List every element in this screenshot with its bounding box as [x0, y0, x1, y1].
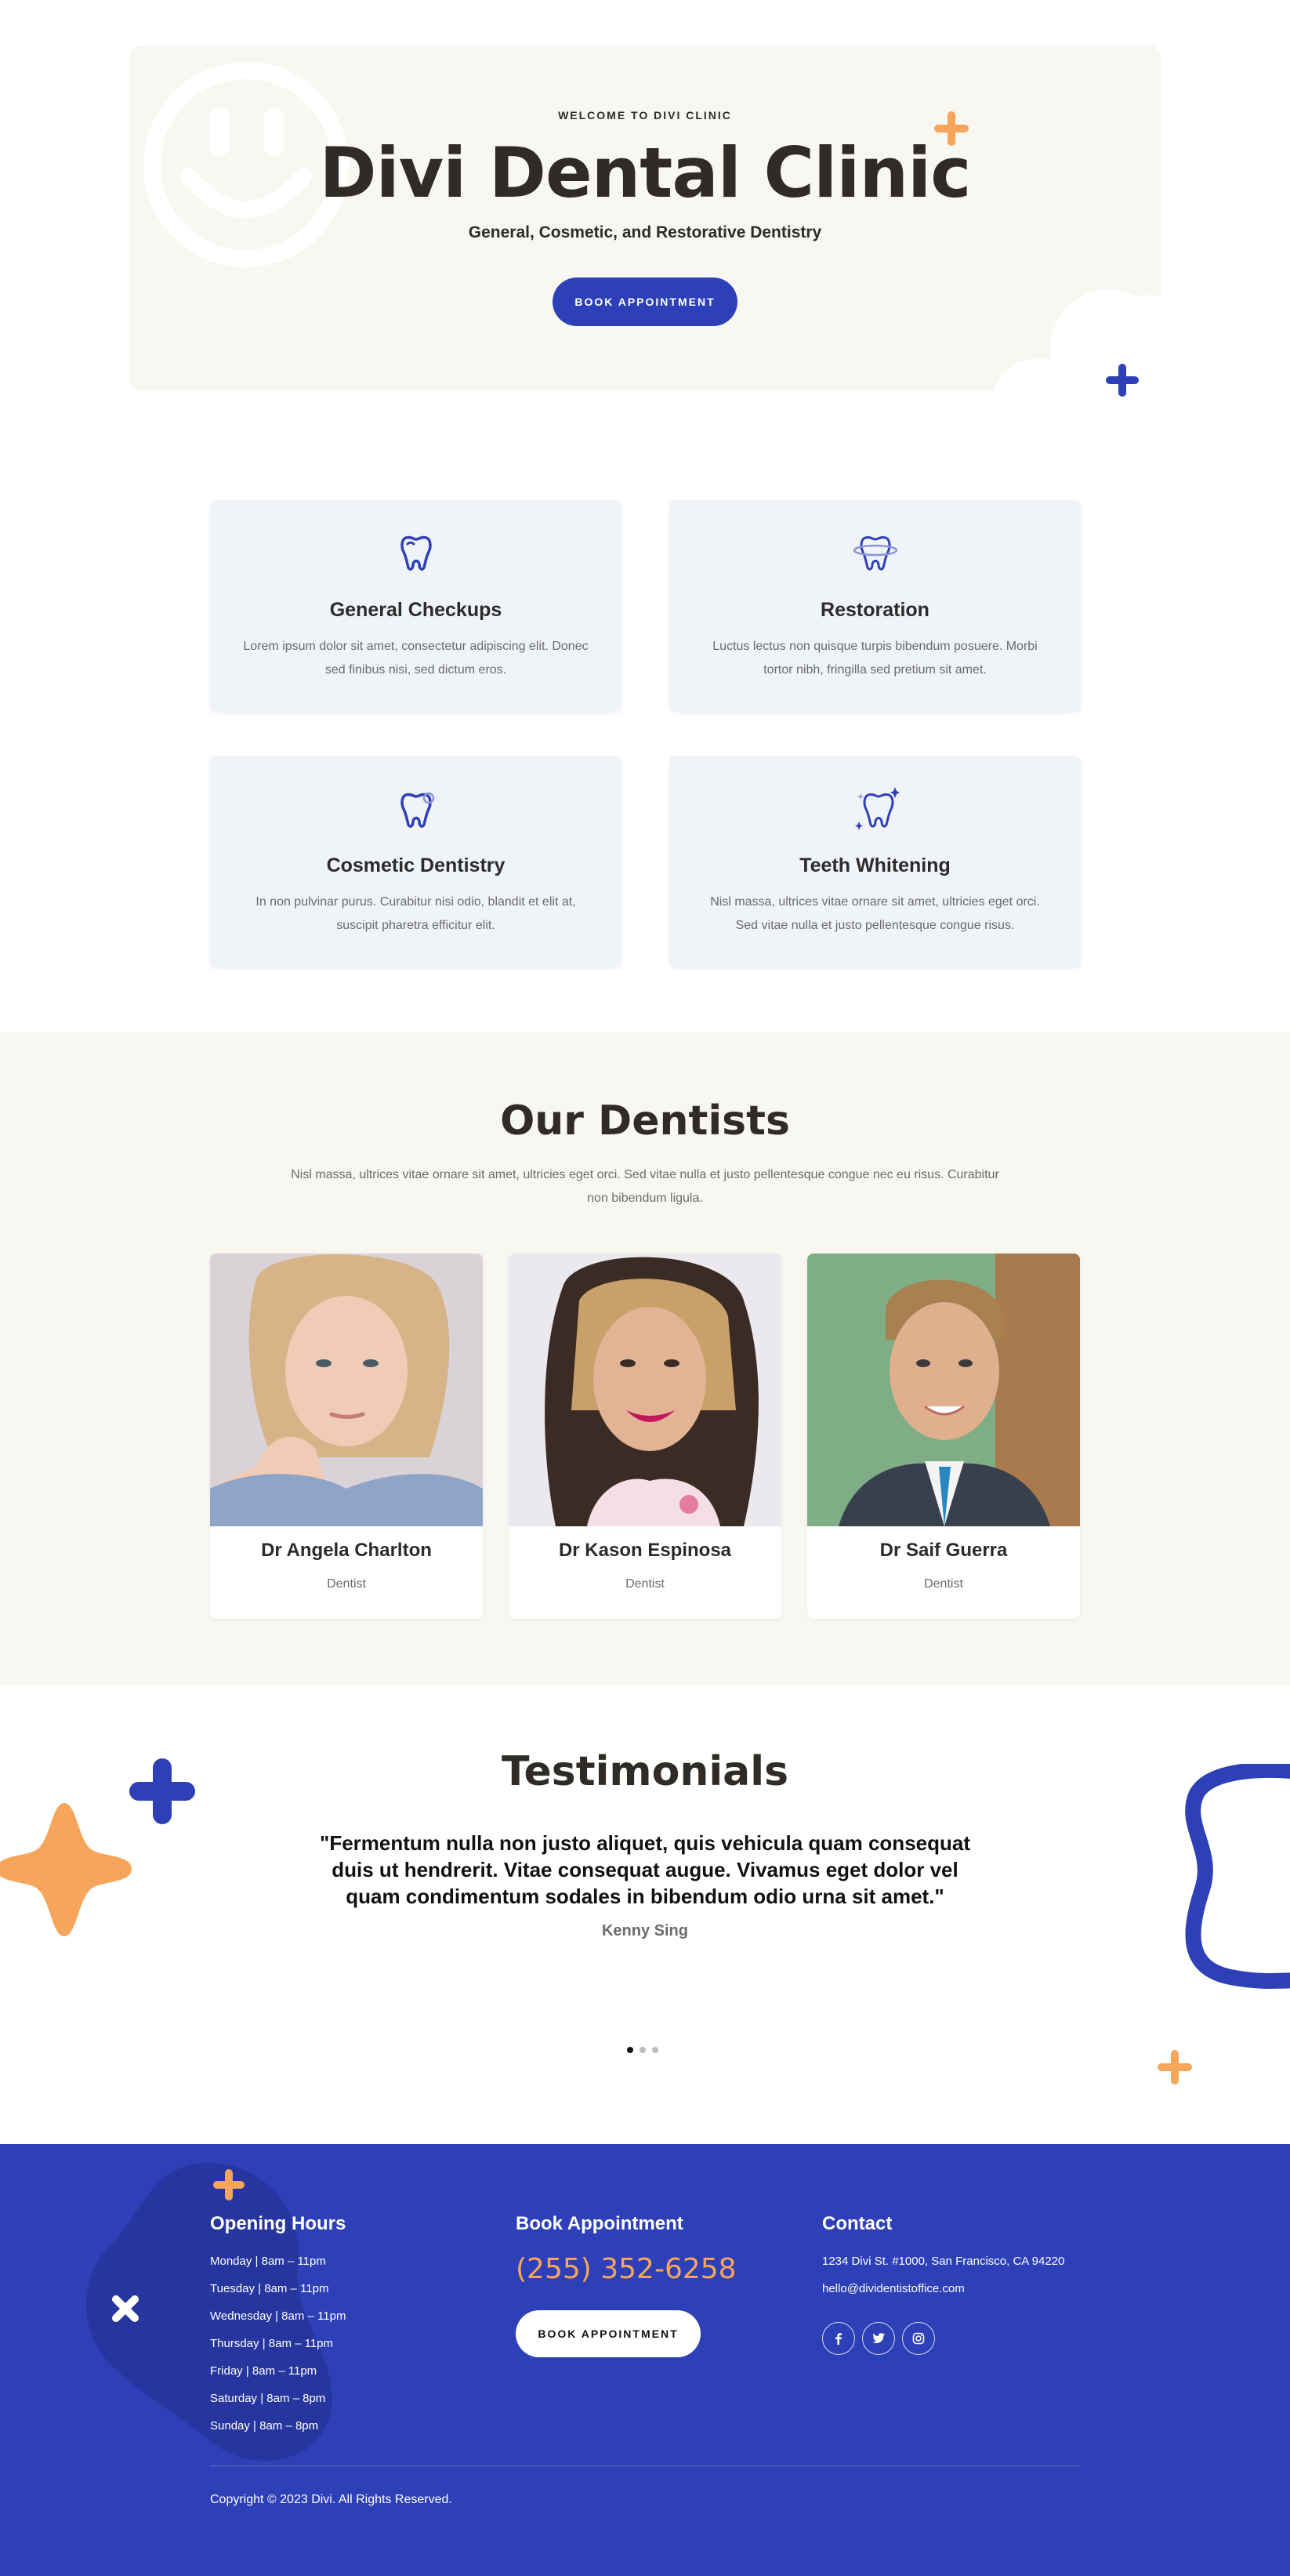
- dentists-title: Our Dentists: [500, 1098, 790, 1145]
- service-card-general-checkups: General Checkups Lorem ipsum dolor sit a…: [210, 500, 621, 712]
- testimonial-author: Kenny Sing: [601, 1922, 688, 1939]
- dentist-photo: [509, 1254, 781, 1526]
- service-title: Teeth Whitening: [799, 854, 951, 876]
- address-text: 1234 Divi St. #1000, San Francisco, CA 9…: [822, 2255, 1065, 2268]
- service-description: Nisl massa, ultrices vitae ornare sit am…: [710, 895, 1040, 932]
- dentist-card[interactable]: Dr Kason Espinosa Dentist: [509, 1254, 781, 1619]
- hours-item: Tuesday | 8am – 11pm: [210, 2282, 329, 2295]
- dentists-description: Nisl massa, ultrices vitae ornare sit am…: [291, 1168, 999, 1205]
- tooth-cosmetic-icon: [400, 792, 435, 828]
- close-decoration-icon: [111, 2295, 140, 2323]
- email-link[interactable]: hello@dividentistoffice.com: [822, 2282, 965, 2295]
- carousel-dot[interactable]: [652, 2047, 658, 2053]
- copyright-text: Copyright © 2023 Divi. All Rights Reserv…: [210, 2493, 452, 2506]
- hours-item: Saturday | 8am – 8pm: [210, 2392, 326, 2405]
- service-title: Restoration: [821, 599, 929, 621]
- service-title: General Checkups: [329, 599, 502, 621]
- plus-decoration-icon: [1158, 2050, 1192, 2084]
- service-description: Lorem ipsum dolor sit amet, consectetur …: [243, 640, 589, 677]
- service-title: Cosmetic Dentistry: [326, 854, 505, 876]
- page-title: Divi Dental Clinic: [319, 132, 972, 213]
- plus-decoration-icon: [213, 2169, 245, 2200]
- tooth-restoration-icon: [853, 535, 898, 571]
- testimonials-title: Testimonials: [501, 1748, 789, 1795]
- service-card-restoration: Restoration Luctus lectus non quisque tu…: [669, 500, 1081, 712]
- contact-title: Contact: [822, 2213, 893, 2234]
- footer: Opening Hours Monday | 8am – 11pm Tuesda…: [0, 2144, 1290, 2576]
- sparkle-decoration-icon: [0, 1803, 132, 1936]
- hours-item: Monday | 8am – 11pm: [210, 2255, 326, 2268]
- service-description: In non pulvinar purus. Curabitur nisi od…: [255, 895, 576, 932]
- hours-item: Wednesday | 8am – 11pm: [210, 2309, 346, 2323]
- opening-hours-list: Monday | 8am – 11pm Tuesday | 8am – 11pm…: [210, 2254, 346, 2446]
- book-appointment-button[interactable]: BOOK APPOINTMENT: [553, 278, 737, 326]
- testimonials-section: Testimonials "Fermentum nulla non justo …: [0, 1685, 1290, 2144]
- testimonial-quote: "Fermentum nulla non justo aliquet, quis…: [320, 1831, 970, 1908]
- dentist-role: Dentist: [327, 1577, 366, 1591]
- hero-subtitle: General, Cosmetic, and Restorative Denti…: [468, 223, 822, 241]
- dentist-card[interactable]: Dr Angela Charlton Dentist: [210, 1254, 483, 1619]
- carousel-dot[interactable]: [627, 2047, 633, 2053]
- service-card-cosmetic-dentistry: Cosmetic Dentistry In non pulvinar purus…: [210, 756, 621, 967]
- opening-hours-title: Opening Hours: [210, 2213, 346, 2234]
- ring-shape: [1185, 1764, 1290, 1989]
- dentist-card[interactable]: Dr Saif Guerra Dentist: [807, 1254, 1080, 1619]
- phone-number-link[interactable]: (255) 352-6258: [516, 2253, 737, 2285]
- footer-book-appointment-button[interactable]: BOOK APPOINTMENT: [516, 2310, 701, 2357]
- facebook-icon[interactable]: [822, 2322, 855, 2355]
- dentist-role: Dentist: [924, 1577, 963, 1591]
- dentist-photo: [210, 1254, 483, 1526]
- dentist-role: Dentist: [625, 1577, 665, 1591]
- hero-panel: WELCOME TO DIVI CLINIC Divi Dental Clini…: [129, 45, 1161, 391]
- dentists-section: Our Dentists Nisl massa, ultrices vitae …: [0, 1032, 1290, 1685]
- dentist-name: Dr Angela Charlton: [261, 1540, 432, 1561]
- service-description: Luctus lectus non quisque turpis bibendu…: [712, 640, 1038, 677]
- dentist-name: Dr Kason Espinosa: [558, 1540, 732, 1561]
- service-card-teeth-whitening: Teeth Whitening Nisl massa, ultrices vit…: [669, 756, 1081, 967]
- carousel-dot[interactable]: [640, 2047, 646, 2053]
- hours-item: Thursday | 8am – 11pm: [210, 2337, 334, 2350]
- hours-item: Friday | 8am – 11pm: [210, 2364, 317, 2378]
- instagram-icon[interactable]: [902, 2322, 935, 2355]
- hero-section: WELCOME TO DIVI CLINIC Divi Dental Clini…: [0, 0, 1290, 439]
- plus-decoration-icon: [1106, 364, 1139, 397]
- tooth-sparkle-icon: [855, 787, 900, 830]
- carousel-dots: [627, 2047, 658, 2053]
- twitter-icon[interactable]: [862, 2322, 895, 2355]
- book-appointment-title: Book Appointment: [516, 2213, 683, 2234]
- dentist-photo: [807, 1254, 1080, 1526]
- plus-decoration-icon: [934, 111, 969, 146]
- tooth-icon: [400, 535, 432, 571]
- dentist-name: Dr Saif Guerra: [879, 1540, 1008, 1561]
- footer-divider: [210, 2465, 1080, 2466]
- hours-item: Sunday | 8am – 8pm: [210, 2419, 319, 2433]
- hero-eyebrow: WELCOME TO DIVI CLINIC: [558, 109, 732, 122]
